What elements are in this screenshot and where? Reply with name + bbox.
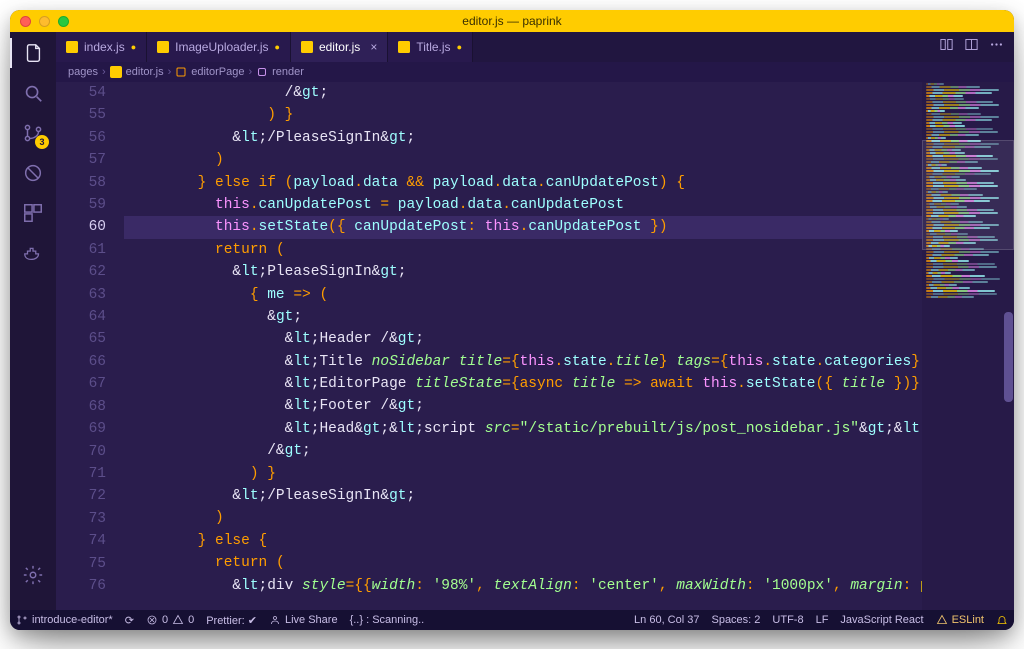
tab-index-js[interactable]: index.js ● [56,32,147,62]
status-scanning[interactable]: {..} : Scanning.. [350,614,425,626]
tab-close-icon[interactable]: × [370,40,377,54]
js-file-icon [301,41,313,53]
status-branch[interactable]: introduce-editor* [16,614,113,626]
status-notifications[interactable] [996,614,1008,626]
scm-badge: 3 [35,135,49,149]
window-title: editor.js — paprink [10,14,1014,28]
tab-actions [929,32,1014,62]
status-prettier[interactable]: Prettier: ✔ [206,614,257,627]
app-window: editor.js — paprink 3 [10,10,1014,630]
minimap[interactable] [922,82,1014,610]
js-file-icon [66,41,78,53]
warning-icon [172,614,184,626]
liveshare-icon [269,614,281,626]
tab-label: Title.js [416,40,450,54]
error-count: 0 [162,614,168,626]
activity-explorer[interactable] [20,40,46,66]
breadcrumb-part[interactable]: editorPage [191,66,244,78]
status-eslint[interactable]: ESLint [936,614,984,626]
status-language[interactable]: JavaScript React [840,614,923,626]
modified-indicator-icon: ● [275,42,280,52]
status-lncol[interactable]: Ln 60, Col 37 [634,614,699,626]
bell-icon [996,614,1008,626]
js-file-icon [157,41,169,53]
minimap-viewport[interactable] [922,140,1014,250]
status-bar: introduce-editor* ⟳ 0 0 Prettier: ✔ Live… [10,610,1014,630]
activity-extensions[interactable] [20,200,46,226]
tab-title-js[interactable]: Title.js ● [388,32,473,62]
line-number-gutter[interactable]: 5455565758596061626364656667686970717273… [56,82,124,610]
code-area[interactable]: /&gt; ) } &lt;/PleaseSignIn&gt; ) } else… [124,82,922,610]
editor-region: index.js ● ImageUploader.js ● editor.js … [56,32,1014,610]
tab-label: editor.js [319,40,360,54]
bug-icon [22,162,44,184]
chevron-right-icon: › [168,66,172,78]
eslint-label: ESLint [952,614,984,626]
vertical-scrollbar[interactable] [1002,82,1014,610]
sync-icon: ⟳ [125,614,134,627]
activity-docker[interactable] [20,240,46,266]
status-problems[interactable]: 0 0 [146,614,194,626]
chevron-right-icon: › [248,66,252,78]
tab-editor-js[interactable]: editor.js × [291,32,388,62]
activity-bar: 3 [10,32,56,610]
warning-count: 0 [188,614,194,626]
docker-icon [22,242,44,264]
tab-label: index.js [84,40,125,54]
branch-name: introduce-editor* [32,614,113,626]
error-icon [146,614,158,626]
activity-search[interactable] [20,80,46,106]
js-file-icon [398,41,410,53]
more-actions-icon[interactable] [989,37,1004,57]
tab-imageuploader-js[interactable]: ImageUploader.js ● [147,32,291,62]
liveshare-label: Live Share [285,614,338,626]
status-eol[interactable]: LF [816,614,829,626]
tab-label: ImageUploader.js [175,40,268,54]
tab-bar: index.js ● ImageUploader.js ● editor.js … [56,32,1014,62]
scrollbar-thumb[interactable] [1004,312,1013,402]
modified-indicator-icon: ● [131,42,136,52]
breadcrumb-part[interactable]: editor.js [126,66,164,78]
js-file-icon [110,66,122,78]
warning-icon [936,614,948,626]
activity-settings[interactable] [20,562,46,588]
status-encoding[interactable]: UTF-8 [772,614,803,626]
editor-body: 5455565758596061626364656667686970717273… [56,82,1014,610]
status-spaces[interactable]: Spaces: 2 [711,614,760,626]
files-icon [22,42,44,64]
branch-icon [16,614,28,626]
extensions-icon [22,202,44,224]
title-bar: editor.js — paprink [10,10,1014,32]
activity-debug[interactable] [20,160,46,186]
gear-icon [22,564,44,586]
compare-changes-icon[interactable] [939,37,954,57]
breadcrumb[interactable]: pages › editor.js › editorPage › render [56,62,1014,82]
breadcrumb-part[interactable]: pages [68,66,98,78]
modified-indicator-icon: ● [457,42,462,52]
activity-scm[interactable]: 3 [20,120,46,146]
symbol-icon [175,66,187,78]
split-editor-icon[interactable] [964,37,979,57]
breadcrumb-part[interactable]: render [272,66,304,78]
status-sync[interactable]: ⟳ [125,614,134,627]
method-icon [256,66,268,78]
status-liveshare[interactable]: Live Share [269,614,338,626]
search-icon [22,82,44,104]
chevron-right-icon: › [102,66,106,78]
